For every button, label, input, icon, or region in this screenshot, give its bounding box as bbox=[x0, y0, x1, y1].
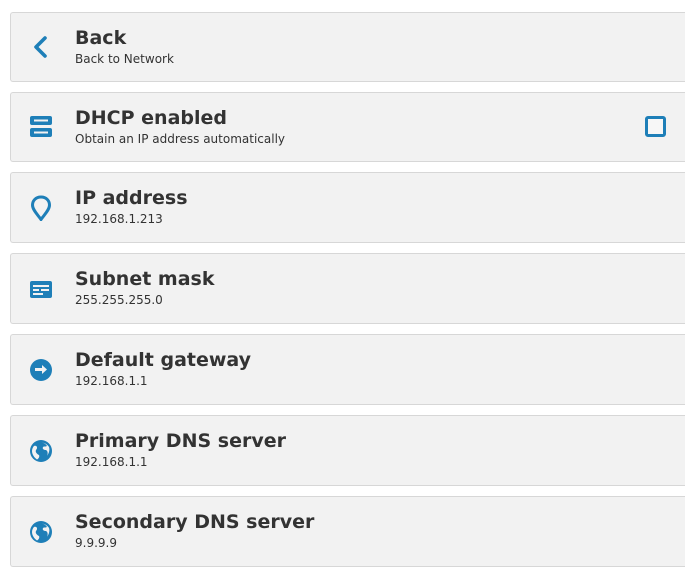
primary-dns-value: 192.168.1.1 bbox=[75, 455, 148, 469]
secondary-dns-value: 9.9.9.9 bbox=[75, 536, 117, 550]
dhcp-enabled-checkbox[interactable] bbox=[645, 116, 666, 137]
back-subtitle: Back to Network bbox=[75, 52, 174, 66]
server-icon bbox=[28, 114, 54, 140]
default-gateway-title: Default gateway bbox=[75, 349, 252, 371]
ip-address-value: 192.168.1.213 bbox=[75, 212, 163, 226]
chevron-left-icon bbox=[28, 34, 54, 60]
subnet-mask-value: 255.255.255.0 bbox=[75, 293, 163, 307]
globe-icon bbox=[28, 519, 54, 545]
ip-address-row[interactable]: IP address 192.168.1.213 bbox=[10, 172, 685, 243]
subnet-mask-title: Subnet mask bbox=[75, 268, 215, 290]
subnet-mask-row[interactable]: Subnet mask 255.255.255.0 bbox=[10, 253, 685, 324]
default-gateway-value: 192.168.1.1 bbox=[75, 374, 148, 388]
network-settings-list: Back Back to Network DHCP enabled Obtain… bbox=[10, 12, 685, 577]
primary-dns-row[interactable]: Primary DNS server 192.168.1.1 bbox=[10, 415, 685, 486]
globe-icon bbox=[28, 438, 54, 464]
back-title: Back bbox=[75, 27, 127, 49]
primary-dns-title: Primary DNS server bbox=[75, 430, 286, 452]
back-row[interactable]: Back Back to Network bbox=[10, 12, 685, 82]
dhcp-title: DHCP enabled bbox=[75, 107, 227, 129]
ip-address-title: IP address bbox=[75, 187, 188, 209]
network-card-icon bbox=[28, 276, 54, 302]
dhcp-row[interactable]: DHCP enabled Obtain an IP address automa… bbox=[10, 92, 685, 162]
default-gateway-row[interactable]: Default gateway 192.168.1.1 bbox=[10, 334, 685, 405]
secondary-dns-title: Secondary DNS server bbox=[75, 511, 315, 533]
gateway-icon bbox=[28, 357, 54, 383]
location-pin-icon bbox=[28, 194, 54, 221]
dhcp-subtitle: Obtain an IP address automatically bbox=[75, 132, 286, 146]
secondary-dns-row[interactable]: Secondary DNS server 9.9.9.9 bbox=[10, 496, 685, 567]
